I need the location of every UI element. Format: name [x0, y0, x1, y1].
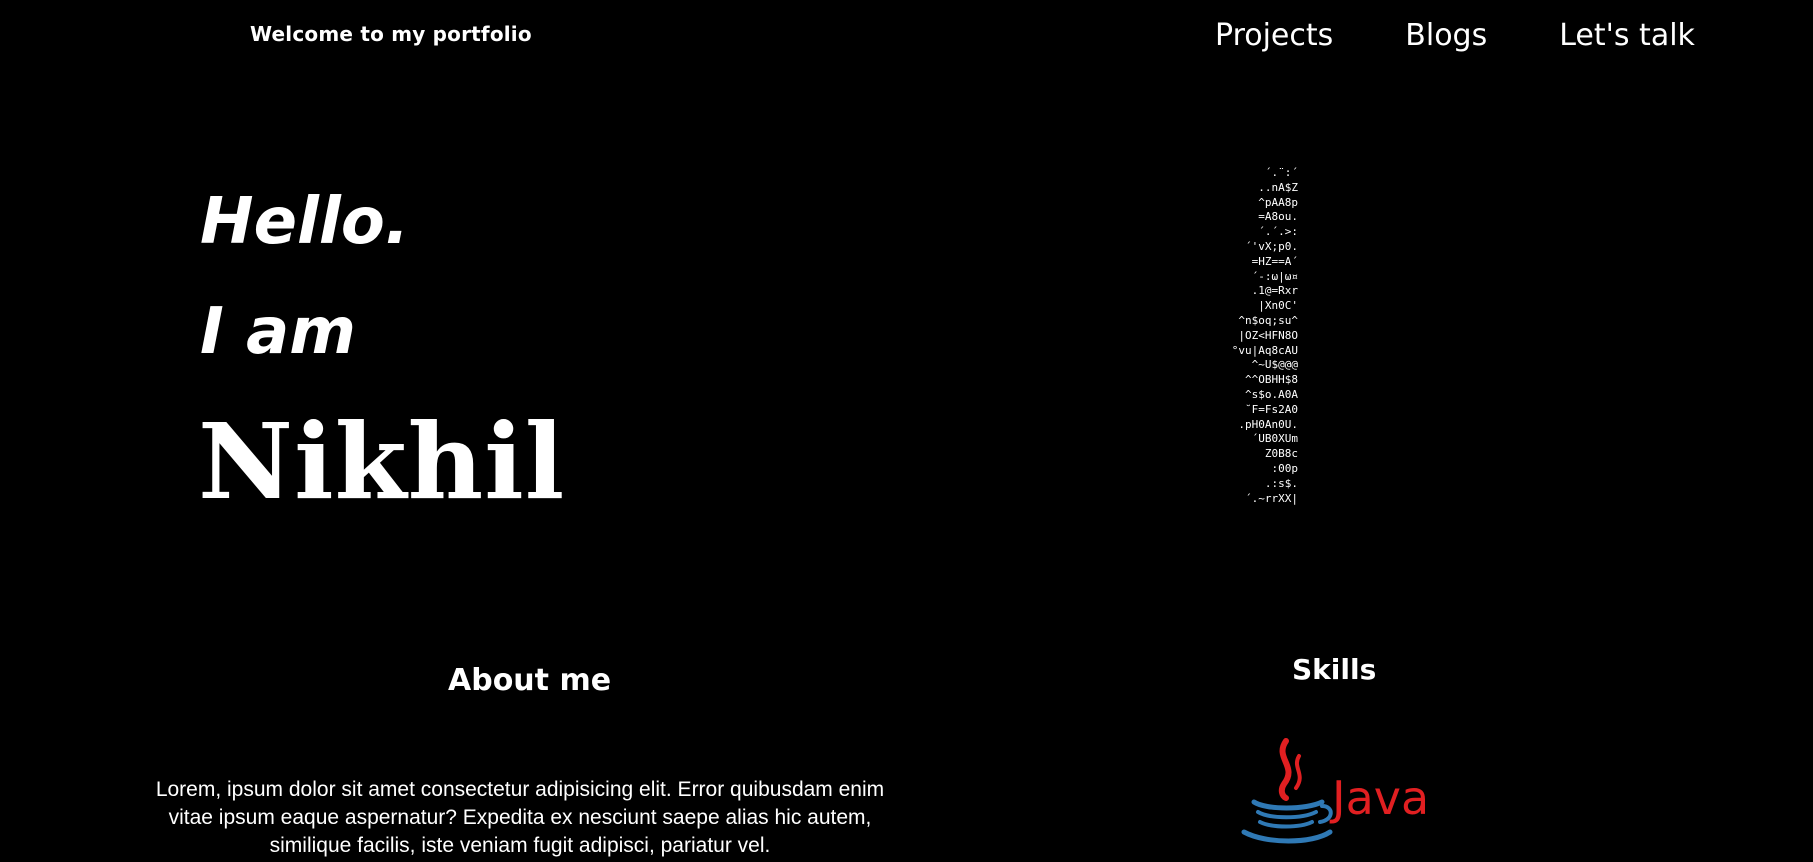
nav-blogs-link[interactable]: Blogs	[1405, 18, 1487, 53]
site-welcome-title: Welcome to my portfolio	[250, 22, 532, 46]
top-nav: Projects Blogs Let's talk	[1215, 18, 1695, 53]
portfolio-page: Welcome to my portfolio Projects Blogs L…	[0, 0, 1813, 862]
ascii-art-portrait: ´.¨:´ ..nA$Z ^pAA8p =A8ou. ´.´.>: ´'vX;p…	[1231, 166, 1298, 505]
java-wordmark: Java	[1329, 771, 1426, 825]
java-logo-icon: Java	[1236, 736, 1429, 852]
hero-name: Nikhil	[198, 400, 566, 523]
about-paragraph: Lorem, ipsum dolor sit amet consectetur …	[155, 778, 885, 857]
hero-intro: I am	[200, 295, 356, 369]
nav-projects-link[interactable]: Projects	[1215, 18, 1333, 53]
nav-lets-talk-link[interactable]: Let's talk	[1559, 18, 1695, 53]
about-heading: About me	[448, 663, 612, 698]
skills-heading: Skills	[1292, 653, 1377, 686]
hero-greeting: Hello.	[200, 185, 410, 259]
